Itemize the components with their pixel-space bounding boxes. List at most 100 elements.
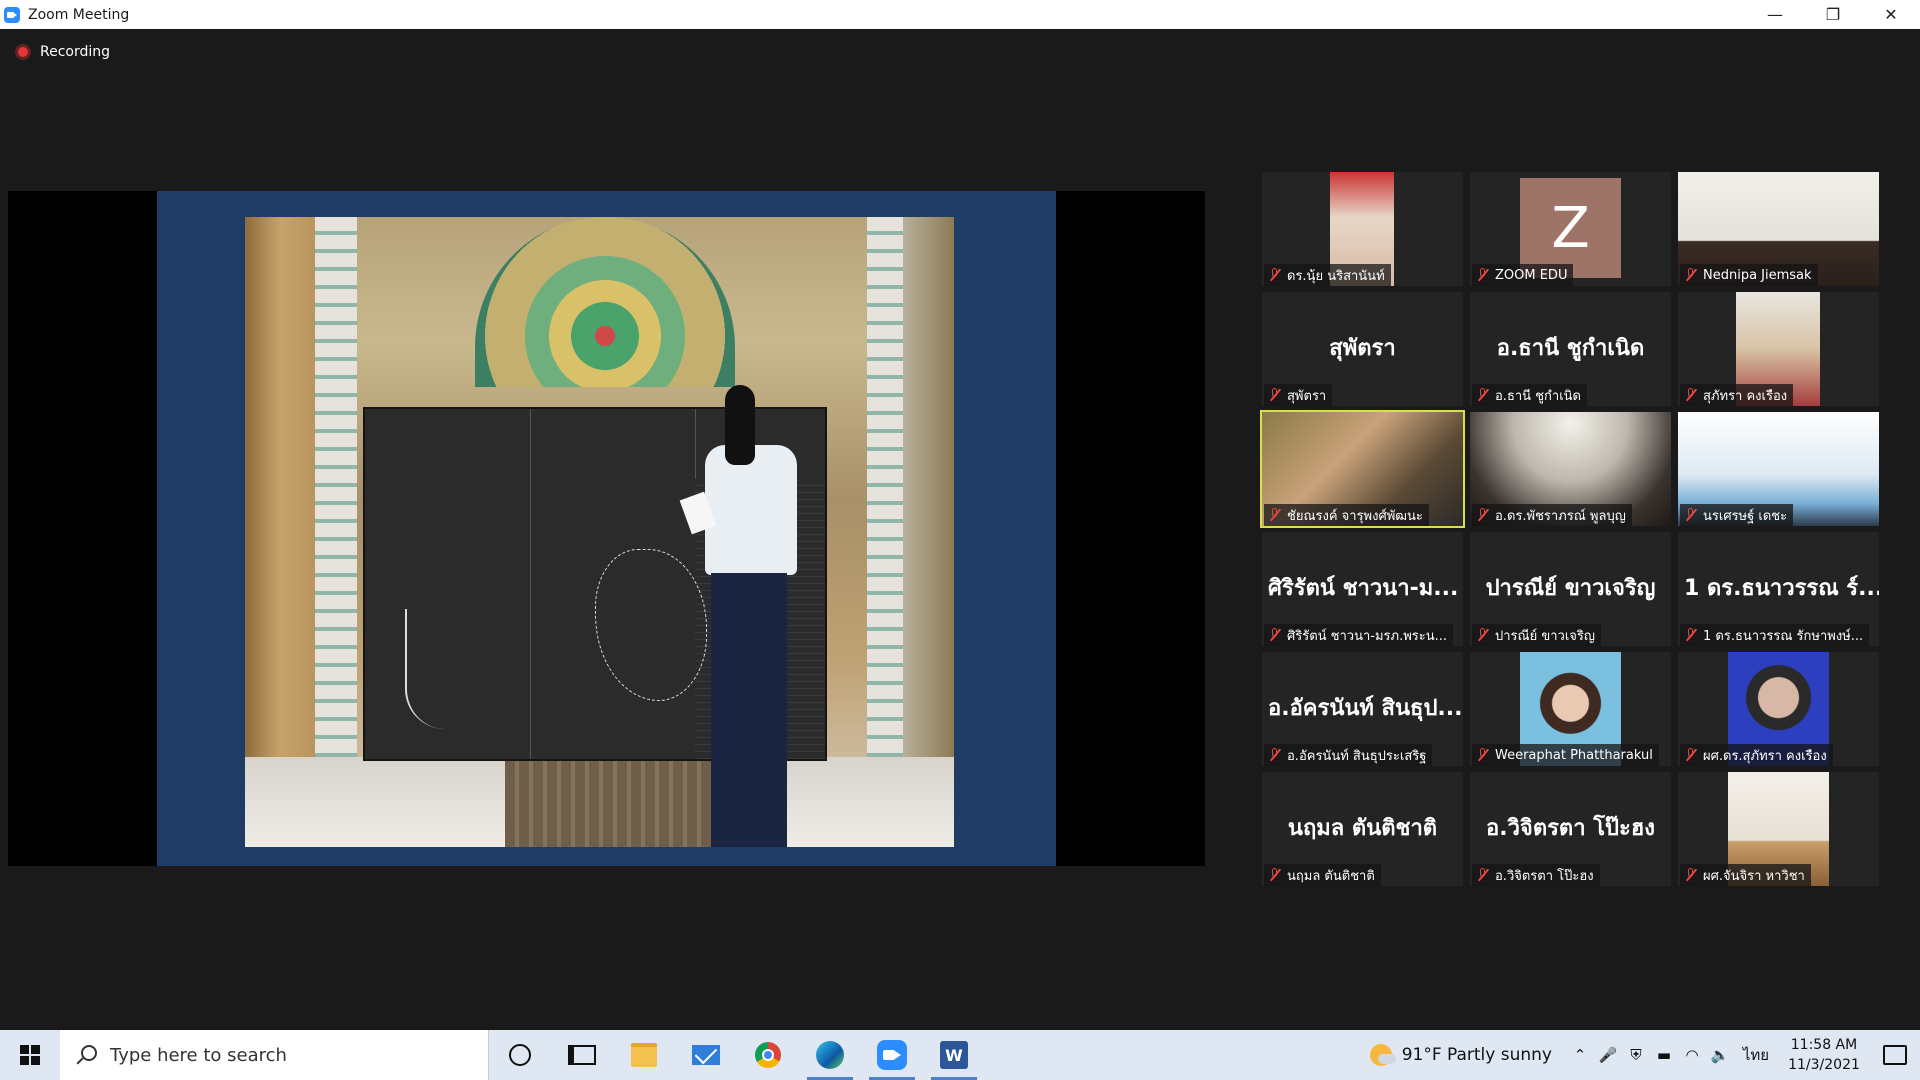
participant-tile[interactable]: Z ZOOM EDU [1470, 172, 1671, 286]
clock[interactable]: 11:58 AM 11/3/2021 [1778, 1035, 1870, 1075]
participant-tile[interactable]: ผศ.จันจิรา หาวิชา [1678, 772, 1879, 886]
participant-avatar: Z [1520, 178, 1621, 278]
clock-time: 11:58 AM [1790, 1037, 1858, 1053]
participant-display-name: ศิริรัตน์ ชาวนา-ม... [1268, 576, 1459, 601]
participant-name-label: Weeraphat Phattharakul [1472, 744, 1659, 766]
participant-name-label: อ.ธานี ชูกำเนิด [1472, 384, 1587, 406]
recording-indicator[interactable]: Recording [12, 44, 110, 60]
presentation-slide [157, 191, 1056, 866]
participant-name: สุภัทรา คงเรือง [1703, 388, 1788, 404]
notification-button[interactable] [1870, 1030, 1920, 1080]
chrome-icon [755, 1042, 781, 1068]
folder-icon [631, 1043, 657, 1067]
mic-muted-icon [1267, 627, 1283, 643]
volume-icon[interactable]: 🔈 [1706, 1030, 1734, 1080]
pillar-left [315, 217, 357, 847]
mail-button[interactable] [675, 1030, 737, 1080]
title-bar: Zoom Meeting — ❐ ✕ [0, 0, 1920, 29]
participant-name: Weeraphat Phattharakul [1495, 747, 1653, 763]
search-placeholder: Type here to search [110, 1044, 287, 1066]
word-button[interactable]: W [923, 1030, 985, 1080]
wifi-icon[interactable]: ◠ [1678, 1030, 1706, 1080]
participant-tile[interactable]: ผศ.ดร.สุภัทรา คงเรือง [1678, 652, 1879, 766]
mic-muted-icon [1475, 507, 1491, 523]
participant-tile[interactable]: นฤมล ตันติชาติ นฤมล ตันติชาติ [1262, 772, 1463, 886]
recording-dot-icon [18, 47, 28, 57]
participant-name: ดร.นุ้ย นริสานันท์ [1287, 268, 1385, 284]
participant-tile[interactable]: ปารณีย์ ขาวเจริญ ปารณีย์ ขาวเจริญ [1470, 532, 1671, 646]
start-button[interactable] [0, 1030, 60, 1080]
temple-arch-ornament [475, 217, 735, 387]
participant-tile[interactable]: Weeraphat Phattharakul [1470, 652, 1671, 766]
chevron-up-icon[interactable]: ⌃ [1566, 1030, 1594, 1080]
participant-name-label: Nednipa Jiemsak [1680, 264, 1818, 286]
participant-tile[interactable]: 1 ดร.ธนาวรรณ ร์... 1 ดร.ธนาวรรณ รักษาพงษ์… [1678, 532, 1879, 646]
edge-icon [816, 1041, 844, 1069]
pillar-right [867, 217, 903, 847]
mic-muted-icon [1475, 747, 1491, 763]
participant-name-label: ผศ.จันจิรา หาวิชา [1680, 864, 1811, 886]
windows-taskbar: Type here to search W 91°F Partly sunny … [0, 1030, 1920, 1080]
participant-name-label: ดร.นุ้ย นริสานันท์ [1264, 264, 1391, 286]
word-icon: W [940, 1041, 968, 1069]
participant-tile[interactable]: อ.ดร.พัชราภรณ์ พูลบุญ [1470, 412, 1671, 526]
mic-muted-icon [1267, 507, 1283, 523]
cortana-button[interactable] [489, 1030, 551, 1080]
participant-name: ปารณีย์ ขาวเจริญ [1495, 628, 1595, 644]
mic-muted-icon [1683, 267, 1699, 283]
edge-button[interactable] [799, 1030, 861, 1080]
participant-tile[interactable]: ดร.นุ้ย นริสานันท์ [1262, 172, 1463, 286]
participant-name: ศิริรัตน์ ชาวนา-มรภ.พระน... [1287, 628, 1448, 644]
participant-name: อ.ดร.พัชราภรณ์ พูลบุญ [1495, 508, 1626, 524]
participant-name-label: ศิริรัตน์ ชาวนา-มรภ.พระน... [1264, 624, 1454, 646]
battery-icon[interactable]: ▬ [1650, 1030, 1678, 1080]
partly-sunny-icon [1369, 1044, 1396, 1066]
participant-tile[interactable]: ชัยณรงค์ จารุพงศ์พัฒนะ [1260, 410, 1465, 528]
system-tray: 91°F Partly sunny ⌃ 🎤 ⛨ ▬ ◠ 🔈 ไทย 11:58 … [1369, 1030, 1920, 1080]
participant-tile[interactable]: อ.อัครนันท์ สินธุป... อ.อัครนันท์ สินธุปร… [1262, 652, 1463, 766]
participant-display-name: สุพัตรา [1329, 336, 1396, 361]
close-button[interactable]: ✕ [1862, 0, 1920, 29]
task-view-icon [568, 1045, 596, 1065]
file-explorer-button[interactable] [613, 1030, 675, 1080]
participant-display-name: อ.ธานี ชูกำเนิด [1496, 336, 1645, 361]
participant-display-name: นฤมล ตันติชาติ [1287, 816, 1438, 841]
mic-muted-icon [1475, 267, 1491, 283]
participant-tile[interactable]: Nednipa Jiemsak [1678, 172, 1879, 286]
participant-name: อ.ธานี ชูกำเนิด [1495, 388, 1581, 404]
minimize-button[interactable]: — [1746, 0, 1804, 29]
weather-widget[interactable]: 91°F Partly sunny [1369, 1044, 1552, 1066]
shared-screen[interactable] [8, 191, 1205, 866]
weather-text: 91°F Partly sunny [1401, 1045, 1552, 1065]
participant-name: ZOOM EDU [1495, 267, 1568, 283]
participant-tile[interactable]: อ.ธานี ชูกำเนิด อ.ธานี ชูกำเนิด [1470, 292, 1671, 406]
participant-tile[interactable]: สุภัทรา คงเรือง [1678, 292, 1879, 406]
mail-icon [692, 1045, 720, 1065]
participant-name-label: ZOOM EDU [1472, 264, 1574, 286]
language-indicator[interactable]: ไทย [1734, 1030, 1778, 1080]
participant-name-label: อ.อัครนันท์ สินธุประเสริฐ [1264, 744, 1433, 766]
zoom-taskbar-button[interactable] [861, 1030, 923, 1080]
participant-name: นรเศรษฐ์ เดชะ [1703, 508, 1788, 524]
participant-name: ชัยณรงค์ จารุพงศ์พัฒนะ [1287, 508, 1423, 524]
taskbar-search-box[interactable]: Type here to search [60, 1030, 489, 1080]
window-controls: — ❐ ✕ [1746, 0, 1920, 29]
mic-muted-icon [1267, 747, 1283, 763]
participant-name-label: ผศ.ดร.สุภัทรา คงเรือง [1680, 744, 1833, 766]
participant-tile[interactable]: อ.วิจิตรตา โป๊ะฮง อ.วิจิตรตา โป๊ะฮง [1470, 772, 1671, 886]
restore-button[interactable]: ❐ [1804, 0, 1862, 29]
chrome-button[interactable] [737, 1030, 799, 1080]
task-view-button[interactable] [551, 1030, 613, 1080]
windows-logo-icon [20, 1045, 40, 1065]
security-shield-icon[interactable]: ⛨ [1622, 1030, 1650, 1080]
microphone-icon[interactable]: 🎤 [1594, 1030, 1622, 1080]
participant-display-name: อ.อัครนันท์ สินธุป... [1268, 696, 1463, 721]
notification-icon [1883, 1045, 1907, 1065]
mic-muted-icon [1475, 867, 1491, 883]
participant-name: Nednipa Jiemsak [1703, 267, 1812, 283]
participant-tile[interactable]: ศิริรัตน์ ชาวนา-ม... ศิริรัตน์ ชาวนา-มรภ.… [1262, 532, 1463, 646]
participant-name-label: นรเศรษฐ์ เดชะ [1680, 504, 1794, 526]
mic-muted-icon [1683, 507, 1699, 523]
participant-tile[interactable]: สุพัตรา สุพัตรา [1262, 292, 1463, 406]
participant-tile[interactable]: นรเศรษฐ์ เดชะ [1678, 412, 1879, 526]
